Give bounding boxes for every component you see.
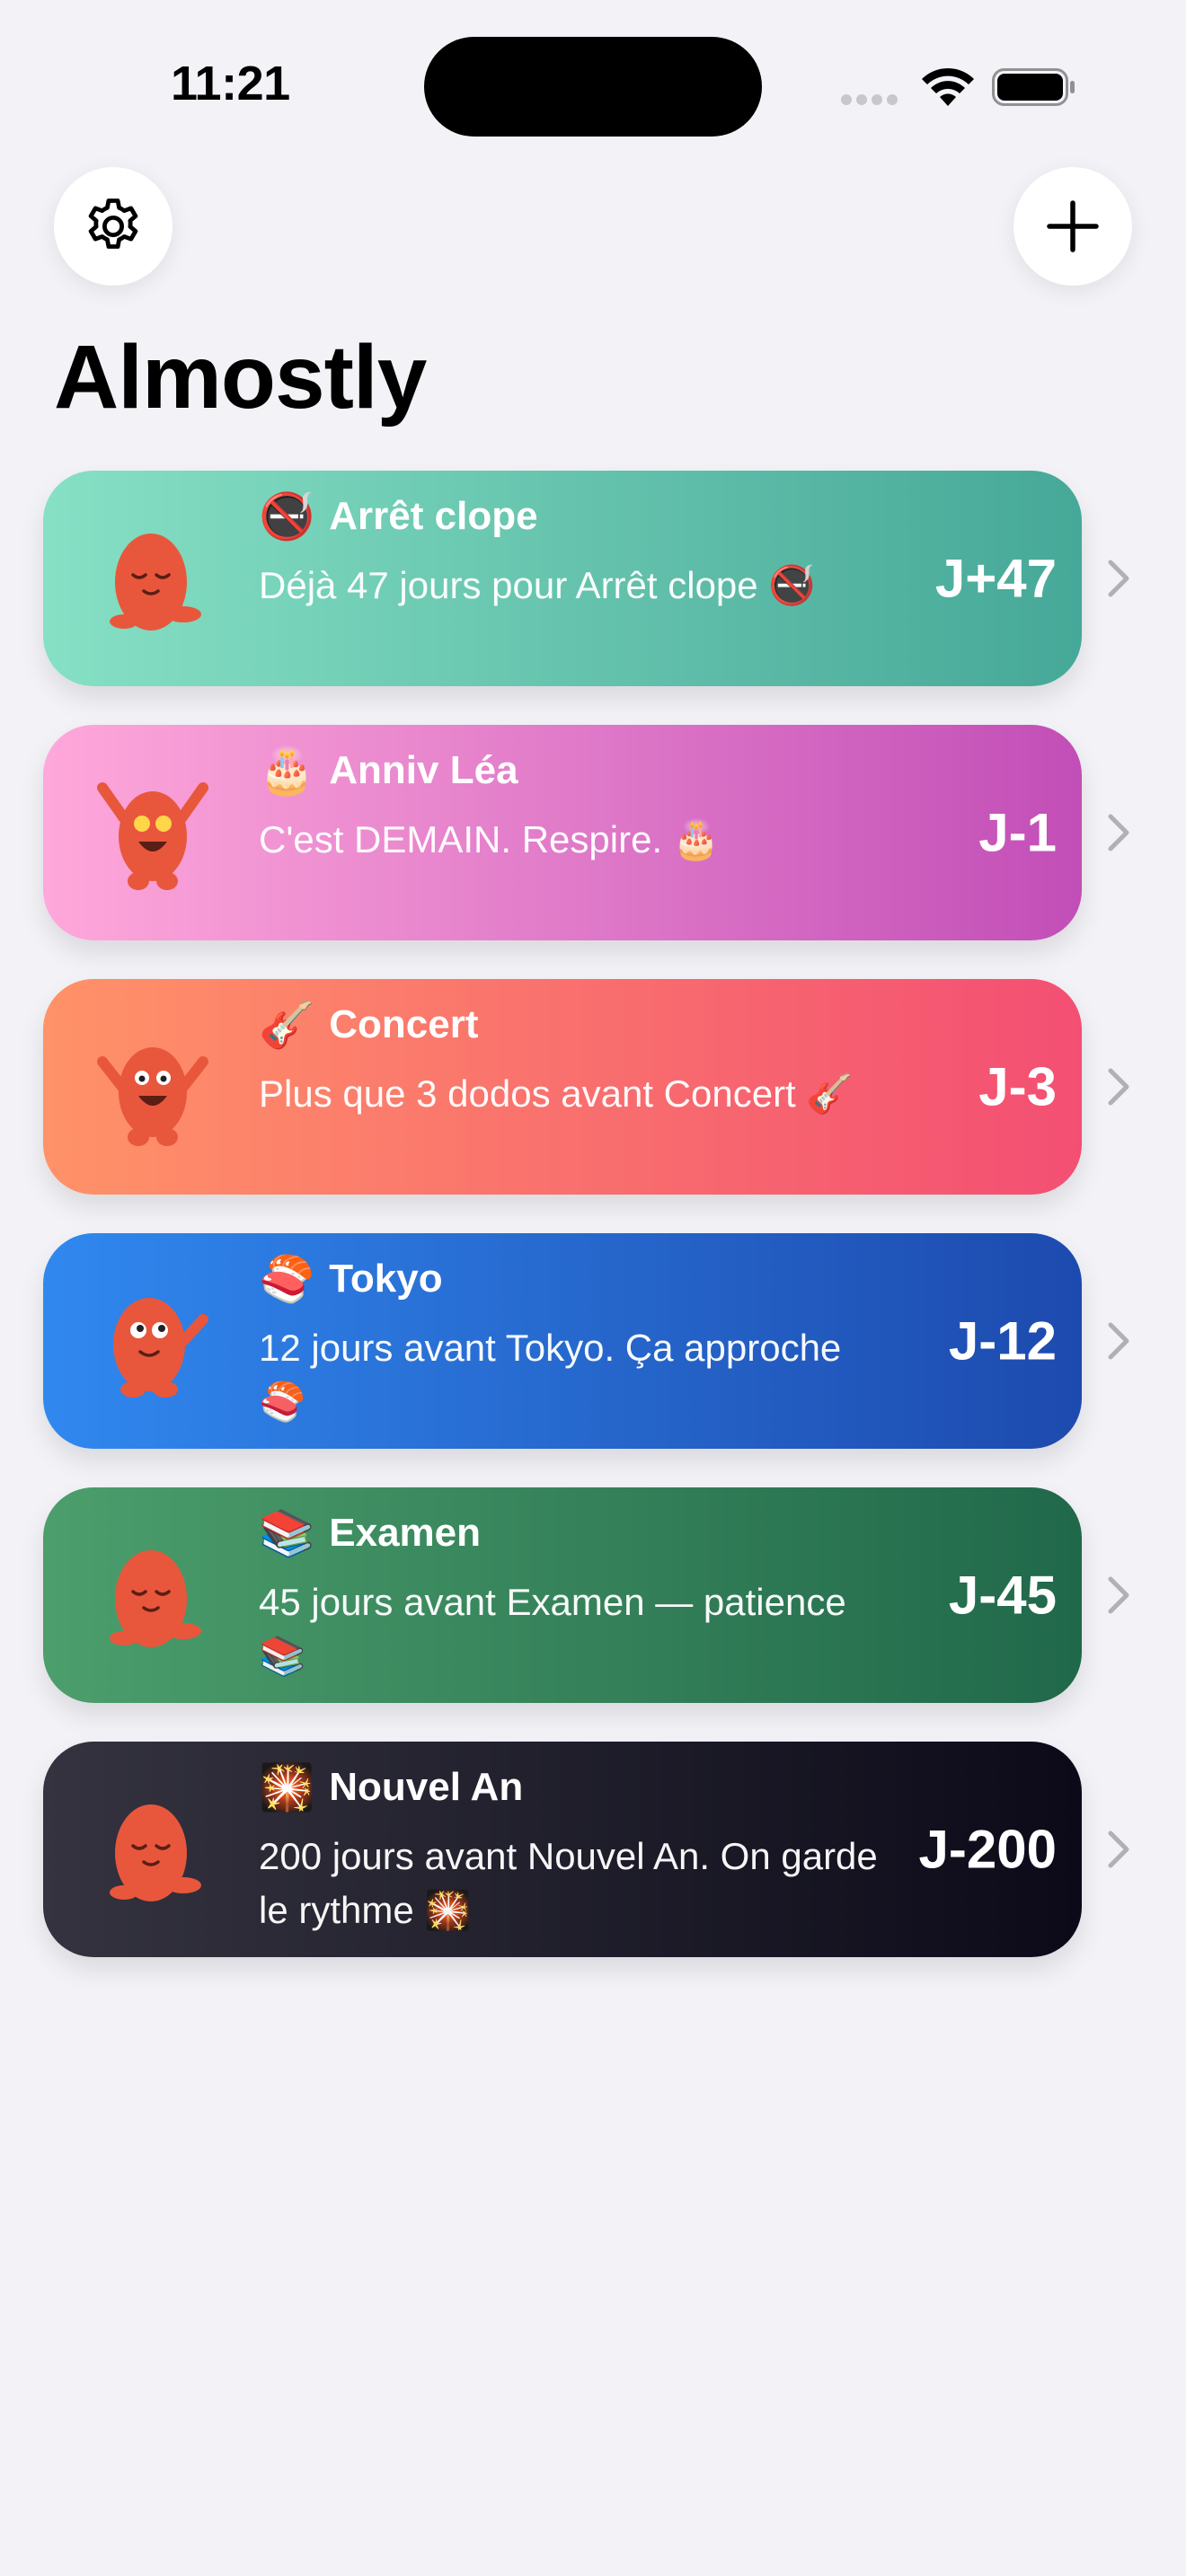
event-card[interactable]: 🎇 Nouvel An 200 jours avant Nouvel An. O… xyxy=(43,1742,1082,1957)
chevron-right-icon[interactable] xyxy=(1107,1830,1130,1869)
event-name: Concert xyxy=(329,1002,479,1046)
settings-button[interactable] xyxy=(54,167,173,286)
event-subtitle: 45 jours avant Examen — patience 📚 xyxy=(259,1581,846,1677)
event-row[interactable]: 🎂 Anniv Léa C'est DEMAIN. Respire. 🎂 J-1 xyxy=(43,725,1150,940)
event-emoji: 🚭 xyxy=(259,491,315,542)
waving-mascot-icon xyxy=(113,1298,208,1398)
event-subtitle: 12 jours avant Tokyo. Ça approche 🍣 xyxy=(259,1327,842,1423)
chevron-right-icon[interactable] xyxy=(1107,559,1130,598)
event-row[interactable]: 🚭 Arrêt clope Déjà 47 jours pour Arrêt c… xyxy=(43,471,1150,686)
event-name: Tokyo xyxy=(329,1257,443,1301)
event-emoji: 🎇 xyxy=(259,1762,315,1813)
calm-mascot-icon xyxy=(110,1550,201,1647)
event-card[interactable]: 🎂 Anniv Léa C'est DEMAIN. Respire. 🎂 J-1 xyxy=(43,725,1082,940)
event-title: 🎸 Concert xyxy=(259,1002,479,1047)
event-countdown: J-1 xyxy=(978,802,1057,863)
event-list: 🚭 Arrêt clope Déjà 47 jours pour Arrêt c… xyxy=(43,471,1150,1996)
event-title: 📚 Examen xyxy=(259,1511,481,1556)
event-countdown: J-45 xyxy=(948,1565,1057,1626)
event-emoji: 📚 xyxy=(259,1508,315,1558)
event-row[interactable]: 📚 Examen 45 jours avant Examen — patienc… xyxy=(43,1487,1150,1703)
event-emoji: 🎸 xyxy=(259,1000,315,1050)
calm-mascot-icon xyxy=(110,534,201,631)
gear-icon xyxy=(88,198,138,249)
wifi-icon xyxy=(922,67,974,106)
event-name: Examen xyxy=(329,1511,482,1555)
event-title: 🍣 Tokyo xyxy=(259,1257,443,1301)
event-name: Anniv Léa xyxy=(329,748,518,792)
event-card[interactable]: 🍣 Tokyo 12 jours avant Tokyo. Ça approch… xyxy=(43,1233,1082,1449)
event-title: 🎇 Nouvel An xyxy=(259,1765,523,1810)
chevron-right-icon[interactable] xyxy=(1107,1067,1130,1107)
event-subtitle: 200 jours avant Nouvel An. On garde le r… xyxy=(259,1835,878,1931)
event-subtitle: Déjà 47 jours pour Arrêt clope 🚭 xyxy=(259,564,816,606)
event-card[interactable]: 🚭 Arrêt clope Déjà 47 jours pour Arrêt c… xyxy=(43,471,1082,686)
event-card[interactable]: 📚 Examen 45 jours avant Examen — patienc… xyxy=(43,1487,1082,1703)
chevron-right-icon[interactable] xyxy=(1107,1321,1130,1361)
chevron-right-icon[interactable] xyxy=(1107,813,1130,852)
event-card[interactable]: 🎸 Concert Plus que 3 dodos avant Concert… xyxy=(43,979,1082,1195)
add-event-button[interactable] xyxy=(1013,167,1132,286)
event-subtitle: C'est DEMAIN. Respire. 🎂 xyxy=(259,818,721,860)
event-countdown: J-12 xyxy=(948,1310,1057,1372)
event-countdown: J-3 xyxy=(978,1056,1057,1117)
event-row[interactable]: 🎇 Nouvel An 200 jours avant Nouvel An. O… xyxy=(43,1742,1150,1957)
page-title: Almostly xyxy=(54,327,427,428)
event-subtitle: Plus que 3 dodos avant Concert 🎸 xyxy=(259,1072,854,1115)
event-row[interactable]: 🎸 Concert Plus que 3 dodos avant Concert… xyxy=(43,979,1150,1195)
event-row[interactable]: 🍣 Tokyo 12 jours avant Tokyo. Ça approch… xyxy=(43,1233,1150,1449)
calm-mascot-icon xyxy=(110,1804,201,1901)
event-countdown: J-200 xyxy=(918,1819,1057,1880)
event-title: 🎂 Anniv Léa xyxy=(259,748,518,793)
event-name: Nouvel An xyxy=(329,1765,524,1809)
battery-icon xyxy=(992,68,1075,106)
cellular-signal-icon xyxy=(841,93,902,110)
happy-mascot-icon xyxy=(97,1047,208,1146)
event-title: 🚭 Arrêt clope xyxy=(259,494,538,539)
event-countdown: J+47 xyxy=(934,548,1057,609)
event-emoji: 🎂 xyxy=(259,745,315,796)
chevron-right-icon[interactable] xyxy=(1107,1575,1130,1615)
event-emoji: 🍣 xyxy=(259,1254,315,1304)
plus-icon xyxy=(1047,200,1099,252)
dynamic-island xyxy=(424,37,762,137)
event-name: Arrêt clope xyxy=(329,494,538,538)
status-time: 11:21 xyxy=(171,57,290,110)
excited-mascot-icon xyxy=(97,782,208,890)
